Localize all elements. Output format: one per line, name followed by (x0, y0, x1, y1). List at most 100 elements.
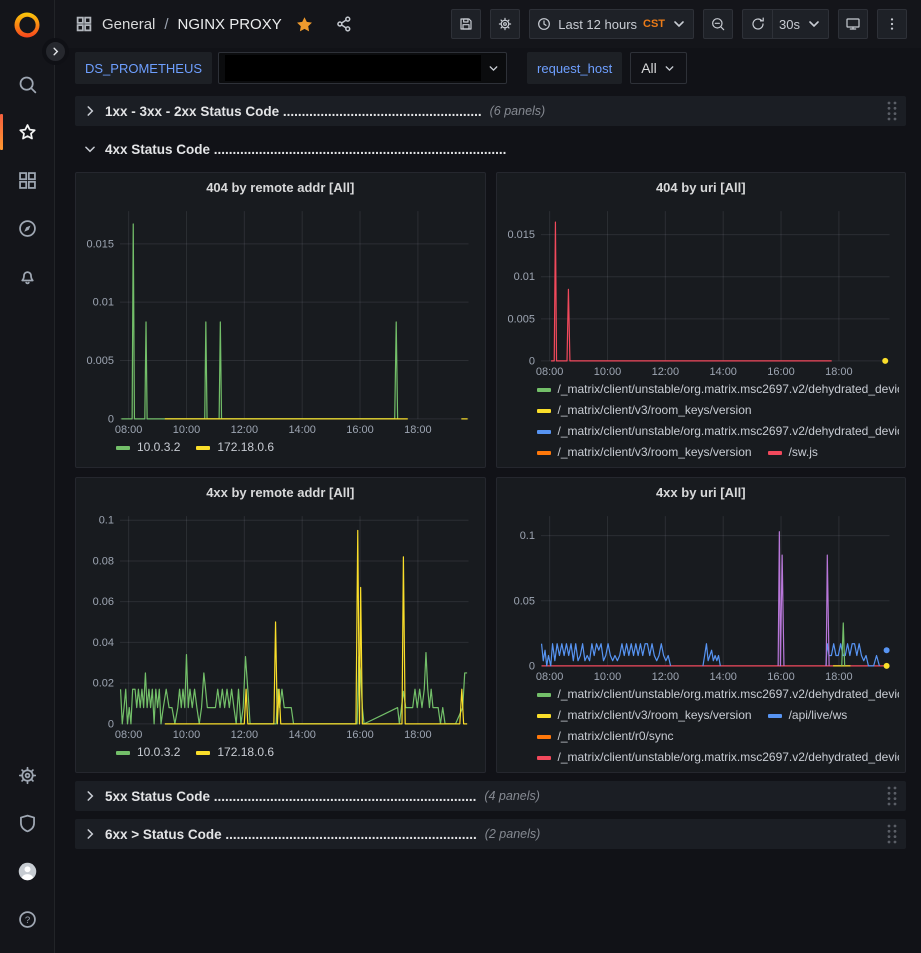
refresh-group: 30s (742, 9, 829, 39)
nav-actions: Last 12 hours CST 30s (451, 9, 907, 39)
legend-item[interactable]: 10.0.3.2 (116, 439, 180, 456)
share-icon[interactable] (335, 15, 353, 33)
legend-item[interactable]: 172.18.0.6 (196, 744, 274, 761)
svg-text:0.1: 0.1 (519, 530, 534, 542)
help-icon: ? (17, 909, 38, 930)
more-options-button[interactable] (877, 9, 907, 39)
svg-text:0.05: 0.05 (513, 595, 534, 607)
series-label: /_matrix/client/v3/room_keys/version (558, 707, 752, 724)
sidebar-item-search[interactable] (0, 60, 55, 108)
sidebar-item-starred[interactable] (0, 108, 55, 156)
panel-4xx-by-remote-addr: 4xx by remote addr [All] 00.020.040.060.… (75, 477, 486, 773)
row-5xx[interactable]: 5xx Status Code ........................… (75, 781, 906, 811)
svg-text:0.015: 0.015 (87, 238, 114, 250)
sidebar-item-alerting[interactable] (0, 252, 55, 300)
zoom-out-icon (710, 16, 726, 32)
legend-item[interactable]: 10.0.3.2 (116, 744, 180, 761)
svg-text:12:00: 12:00 (651, 366, 678, 378)
svg-text:14:00: 14:00 (288, 729, 315, 741)
search-icon (17, 74, 38, 95)
legend-item[interactable]: /_matrix/client/unstable/org.matrix.msc2… (537, 381, 900, 398)
series-color-swatch (196, 751, 210, 755)
refresh-button[interactable] (742, 9, 772, 39)
main-area: General / NGINX PROXY Last 12 hours CST (55, 0, 921, 953)
svg-text:08:00: 08:00 (115, 729, 142, 741)
sidebar-item-explore[interactable] (0, 204, 55, 252)
datasource-picker[interactable] (218, 52, 507, 84)
row-title: 1xx - 3xx - 2xx Status Code ............… (105, 104, 482, 119)
datasource-label[interactable]: DS_PROMETHEUS (75, 52, 212, 84)
favorite-star-icon[interactable] (295, 15, 314, 34)
row-4xx[interactable]: 4xx Status Code ........................… (75, 134, 906, 164)
svg-text:0.015: 0.015 (507, 229, 534, 241)
legend-item[interactable]: /_matrix/client/unstable/org.matrix.msc2… (537, 749, 900, 766)
sidebar-expand-button[interactable] (42, 38, 69, 65)
series-label: /_matrix/client/r0/sync (558, 728, 674, 745)
kebab-menu-icon (884, 16, 900, 32)
svg-text:12:00: 12:00 (231, 424, 258, 436)
sidebar-item-server-admin[interactable] (0, 799, 55, 847)
legend-item[interactable]: /api/live/ws (768, 707, 848, 724)
legend-item[interactable]: /_matrix/client/r0/sync (537, 728, 674, 745)
row-panel-count: (6 panels) (490, 104, 546, 118)
legend-item[interactable]: /_matrix/client/unstable/org.matrix.msc2… (537, 686, 900, 703)
save-dashboard-button[interactable] (451, 9, 481, 39)
breadcrumb: General / NGINX PROXY (75, 15, 353, 34)
series-label: 10.0.3.2 (137, 439, 180, 456)
timeseries-chart[interactable]: 00.050.108:0010:0012:0014:0016:0018:00 (503, 506, 900, 684)
top-nav: General / NGINX PROXY Last 12 hours CST (55, 0, 921, 48)
series-color-swatch (116, 446, 130, 450)
legend-item[interactable]: 172.18.0.6 (196, 439, 274, 456)
star-icon (17, 122, 38, 143)
legend-item[interactable]: /_matrix/client/v3/room_keys/version (537, 707, 752, 724)
svg-text:16:00: 16:00 (346, 729, 373, 741)
row-6xx[interactable]: 6xx > Status Code ......................… (75, 819, 906, 849)
chevron-down-icon (806, 16, 822, 32)
legend-item[interactable]: /_matrix/client/v3/room_keys/version (537, 444, 752, 461)
request-host-value: All (641, 60, 657, 76)
svg-text:10:00: 10:00 (173, 729, 200, 741)
svg-text:0.04: 0.04 (93, 637, 114, 649)
timeseries-chart[interactable]: 00.0050.010.01508:0010:0012:0014:0016:00… (82, 201, 479, 437)
legend-item[interactable]: /_matrix/client/v3/room_keys/version (537, 402, 752, 419)
sidebar-item-profile[interactable] (0, 847, 55, 895)
grafana-logo-icon[interactable] (12, 10, 42, 40)
timeseries-chart[interactable]: 00.020.040.060.080.108:0010:0012:0014:00… (82, 506, 479, 742)
time-range-picker[interactable]: Last 12 hours CST (529, 9, 694, 39)
dashboard-title[interactable]: NGINX PROXY (178, 16, 282, 33)
svg-text:14:00: 14:00 (288, 424, 315, 436)
svg-text:0.01: 0.01 (93, 297, 114, 309)
dashboard-settings-button[interactable] (490, 9, 520, 39)
request-host-select[interactable]: All (630, 52, 687, 84)
refresh-interval-dropdown[interactable]: 30s (772, 9, 829, 39)
sidebar-item-configuration[interactable] (0, 751, 55, 799)
zoom-out-button[interactable] (703, 9, 733, 39)
drag-handle-icon[interactable] (884, 823, 900, 845)
panel-title[interactable]: 4xx by remote addr [All] (82, 478, 479, 506)
legend-item[interactable]: /_matrix/client/unstable/org.matrix.msc2… (537, 423, 900, 440)
sidebar-item-dashboards[interactable] (0, 156, 55, 204)
legend-item[interactable]: /sw.js (768, 444, 818, 461)
breadcrumb-section[interactable]: General (102, 16, 155, 33)
series-color-swatch (537, 409, 551, 413)
drag-handle-icon[interactable] (884, 785, 900, 807)
panel-legend: /_matrix/client/unstable/org.matrix.msc2… (503, 684, 900, 768)
svg-text:0.01: 0.01 (513, 271, 534, 283)
timeseries-chart[interactable]: 00.0050.010.01508:0010:0012:0014:0016:00… (503, 201, 900, 379)
drag-handle-icon[interactable] (884, 100, 900, 122)
svg-text:0.005: 0.005 (507, 313, 534, 325)
tv-mode-button[interactable] (838, 9, 868, 39)
request-host-label[interactable]: request_host (527, 52, 622, 84)
panel-legend: /_matrix/client/unstable/org.matrix.msc2… (503, 379, 900, 463)
series-color-swatch (116, 751, 130, 755)
series-color-swatch (768, 451, 782, 455)
row-panel-count: (4 panels) (484, 789, 540, 803)
row-1xx-3xx-2xx[interactable]: 1xx - 3xx - 2xx Status Code ............… (75, 96, 906, 126)
dashboards-grid-icon (17, 170, 38, 191)
sidebar-item-help[interactable]: ? (0, 895, 55, 943)
panel-title[interactable]: 404 by remote addr [All] (82, 173, 479, 201)
panel-title[interactable]: 404 by uri [All] (503, 173, 900, 201)
sidebar-bottom-group: ? (0, 751, 55, 943)
svg-text:12:00: 12:00 (651, 671, 678, 683)
panel-title[interactable]: 4xx by uri [All] (503, 478, 900, 506)
